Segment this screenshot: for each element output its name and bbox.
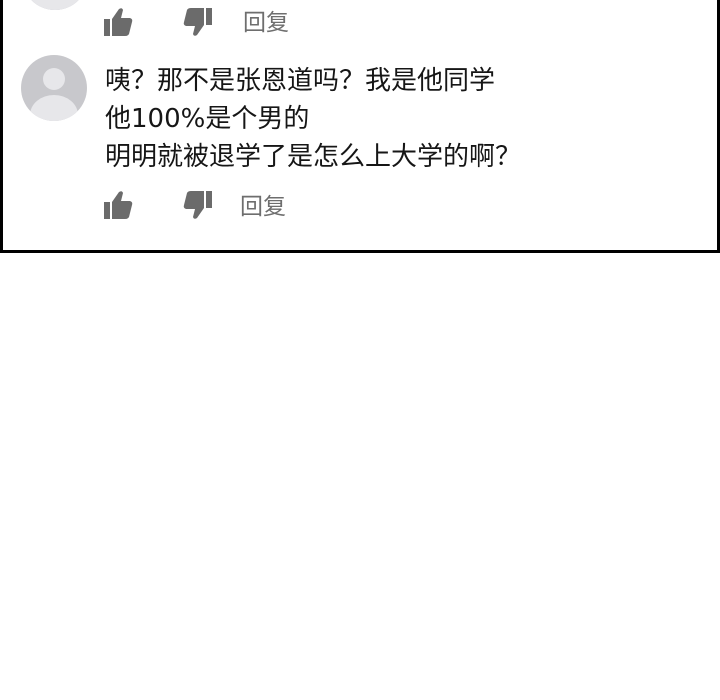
- comment-panel: 回复 咦？那不是张恩道吗？我是他同学 他100%是个男的 明明就被退学了是怎么上…: [0, 0, 720, 253]
- reply-button[interactable]: 回复: [243, 8, 289, 38]
- reply-button[interactable]: 回复: [240, 192, 286, 222]
- avatar-body-shape: [31, 0, 79, 10]
- avatar-head-shape: [43, 68, 65, 90]
- thumbs-down-icon[interactable]: [183, 6, 213, 38]
- comment-line: 他100%是个男的: [105, 104, 310, 134]
- thumbs-down-icon[interactable]: [183, 189, 213, 221]
- commenter-avatar[interactable]: [21, 55, 87, 121]
- comment-actions: 回复: [103, 189, 403, 225]
- previous-comment-actions: 回复: [103, 6, 403, 42]
- previous-comment-avatar[interactable]: [22, 0, 88, 10]
- thumbs-up-icon[interactable]: [103, 189, 133, 221]
- thumbs-up-icon[interactable]: [103, 6, 133, 38]
- comment-line: 明明就被退学了是怎么上大学的啊？: [105, 142, 522, 172]
- avatar-body-shape: [30, 95, 78, 121]
- comment-line: 咦？那不是张恩道吗？我是他同学: [105, 66, 496, 96]
- comment-text: 咦？那不是张恩道吗？我是他同学 他100%是个男的 明明就被退学了是怎么上大学的…: [105, 62, 705, 176]
